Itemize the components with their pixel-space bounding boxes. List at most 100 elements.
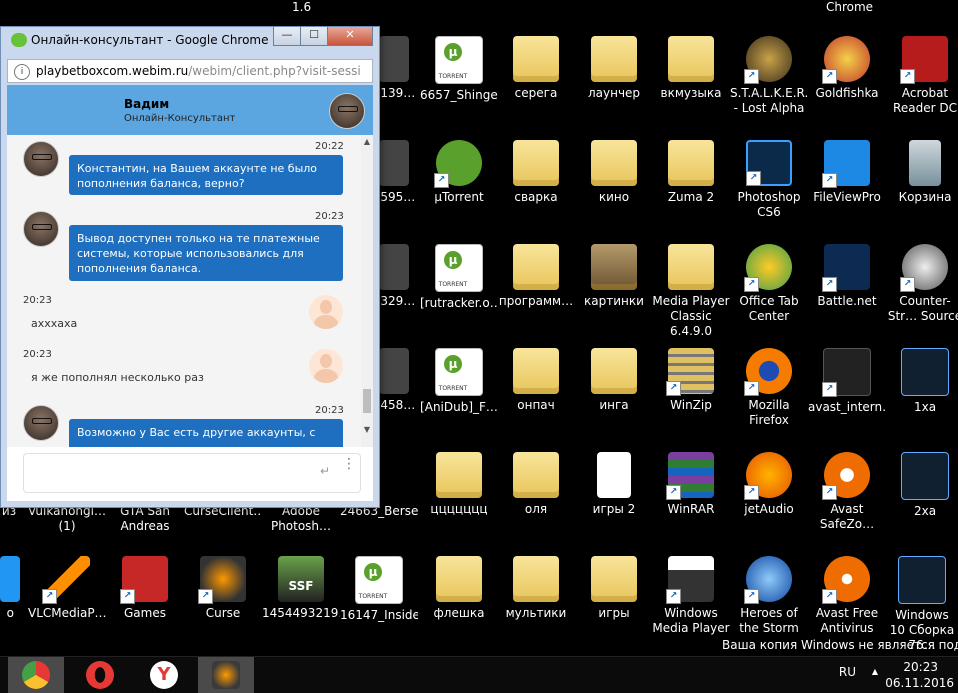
magnifier-icon: ↗ [822,140,870,188]
scrollbar[interactable]: ▲ ▼ [361,135,373,447]
clock-date[interactable]: 06.11.2016 [885,676,954,690]
page-info-icon[interactable]: i [14,63,30,80]
desktop-icon-counter-strike[interactable]: ↗ Counter-Str… Source [886,244,958,324]
window-title: Онлайн-консультант - Google Chrome [31,33,269,47]
close-button[interactable]: ✕ [327,27,373,46]
operator-role: Онлайн-Консультант [124,113,236,124]
taskbar-curse-button[interactable] [198,657,254,693]
message-time: 20:22 [315,141,344,152]
casino-chip-icon: ↗ [822,36,870,84]
address-bar[interactable]: i playbetboxcom.webim.ru/webim/client.php… [7,59,373,83]
screenshot-icon [898,556,946,604]
avast-icon: ↗ [822,556,870,604]
taskbar-chrome-button[interactable] [8,657,64,693]
desktop-icon-folder[interactable]: инга [575,348,653,413]
desktop-icon-1xa[interactable]: 1ха [886,348,958,415]
folder-icon [591,140,637,186]
operator-message: Константин, на Вашем аккаунте не было по… [69,155,343,195]
folder-icon [513,348,559,394]
avatar [23,211,59,247]
desktop-icon-2xa[interactable]: 2ха [886,452,958,519]
desktop-icon-torrent[interactable]: µ TORRENT [AniDub]_F… [420,348,498,415]
desktop-icon-recycle-bin[interactable]: Корзина [886,140,958,205]
chrome-popup-window[interactable]: Онлайн-консультант - Google Chrome — ☐ ✕… [0,26,380,508]
desktop-icon-games[interactable]: ↗ Games [106,556,184,621]
desktop-icon-folder[interactable]: онпач [497,348,575,413]
desktop-icon-office-tab[interactable]: ↗ Office Tab Center [730,244,808,324]
taskbar-yandex-button[interactable]: Y [136,657,192,693]
battlenet-icon: ↗ [822,244,870,292]
desktop-icon-folder[interactable]: Zuma 2 [652,140,730,205]
desktop-icon-jetaudio[interactable]: ↗ jetAudio [730,452,808,517]
enter-icon[interactable]: ↵ [320,464,330,478]
desktop-icon-photoshop[interactable]: ↗ Photoshop CS6 [730,140,808,220]
desktop-icon-folder[interactable]: лаунчер [575,36,653,101]
message-input-box[interactable]: ↵ ⋮ [23,453,361,493]
heroes-storm-icon: ↗ [744,556,792,604]
jetaudio-icon: ↗ [744,452,792,500]
file-icon [379,244,409,290]
desktop-icon-winrar[interactable]: ↗ WinRAR [652,452,730,517]
desktop-icon-folder[interactable]: игры [575,556,653,621]
desktop-icon-torrent[interactable]: µTORRENT 6657_Shinge… [420,36,498,103]
maximize-button[interactable]: ☐ [300,27,328,46]
desktop-icon-torrent[interactable]: µ TORRENT [rutracker.o… [420,244,498,311]
scroll-down-icon[interactable]: ▼ [363,425,371,434]
message-list: 20:22 Константин, на Вашем аккаунте не б… [7,135,361,447]
desktop-icon-battlenet[interactable]: ↗ Battle.net [808,244,886,309]
desktop-icon-winzip[interactable]: ↗ WinZip [652,348,730,413]
desktop-icon-avast-free[interactable]: ↗ Avast Free Antivirus [808,556,886,636]
screenshot-icon [901,452,949,500]
folder-icon [668,244,714,290]
desktop-icon-folder[interactable]: Media Player Classic 6.4.9.0 [652,244,730,339]
desktop-icon-avast-internet[interactable]: ↗ avast_intern… [808,348,886,415]
desktop-icon-wmp[interactable]: ↗ Windows Media Player [652,556,730,636]
yandex-icon: Y [150,661,178,689]
office-tab-icon: ↗ [744,244,792,292]
top-label-version: 1.6 [292,0,312,14]
desktop-icon-vlc[interactable]: ↗ VLCMediaP… [28,556,106,621]
taskbar-opera-button[interactable] [72,657,128,693]
desktop-icon-heroes[interactable]: ↗ Heroes of the Storm [730,556,808,636]
curse-flame-icon: ↗ [198,556,246,604]
user-avatar-icon [309,349,343,383]
window-titlebar[interactable]: Онлайн-консультант - Google Chrome — ☐ ✕ [1,27,379,53]
desktop-icon-folder[interactable]: программ… [497,244,575,309]
acrobat-icon: ↗ [900,36,948,84]
desktop-icon-avast-safezone[interactable]: ↗ Avast SafeZo… [808,452,886,532]
desktop-icon-folder[interactable]: картинки [575,244,653,309]
winrar-icon: ↗ [666,452,714,500]
desktop-icon-folder[interactable]: серега [497,36,575,101]
desktop-icon-folder[interactable]: мультики [497,556,575,621]
language-indicator[interactable]: RU [839,665,856,679]
desktop-icon-partial[interactable]: о [0,556,20,621]
scroll-up-icon[interactable]: ▲ [363,137,371,146]
desktop-icon-goldfishka[interactable]: ↗ Goldfishka [808,36,886,101]
desktop-icon-utorrent[interactable]: ↗ µTorrent [420,140,498,205]
desktop-icon-folder[interactable]: сварка [497,140,575,205]
desktop-icon-ssf[interactable]: SSF 1454493219… [262,556,340,621]
desktop-icon-firefox[interactable]: ↗ Mozilla Firefox [730,348,808,428]
folder-icon [668,140,714,186]
document-icon [597,452,631,498]
desktop-icon-curse[interactable]: ↗ Curse [184,556,262,621]
menu-dots-icon[interactable]: ⋮ [342,457,356,471]
desktop-icon-folder[interactable]: оля [497,452,575,517]
desktop-icon-folder[interactable]: флешка [420,556,498,621]
tray-expand-icon[interactable]: ▲ [872,667,878,676]
desktop-icon-stalker[interactable]: ↗ S.T.A.L.K.E.R. - Lost Alpha [730,36,808,116]
desktop-icon-acrobat[interactable]: ↗ Acrobat Reader DC [886,36,958,116]
desktop-icon-games2[interactable]: игры 2 [575,452,653,517]
message-input[interactable] [32,462,306,484]
chat-bubble-icon [11,33,27,47]
clock-time[interactable]: 20:23 [903,660,938,674]
desktop-icon-folder[interactable]: вкмузыка [652,36,730,101]
desktop-icon-folder[interactable]: кино [575,140,653,205]
activation-watermark: Ваша копия Windows не является подлинн [722,638,958,652]
desktop-icon-torrent[interactable]: µ TORRENT 16147_Inside [340,556,418,623]
scrollbar-thumb[interactable] [363,389,371,413]
desktop-icon-fileviewpro[interactable]: ↗ FileViewPro [808,140,886,205]
url-path: /webim/client.php?visit-sessi [188,64,361,78]
minimize-button[interactable]: — [273,27,301,46]
desktop-icon-folder[interactable]: ццццццц [420,452,498,517]
